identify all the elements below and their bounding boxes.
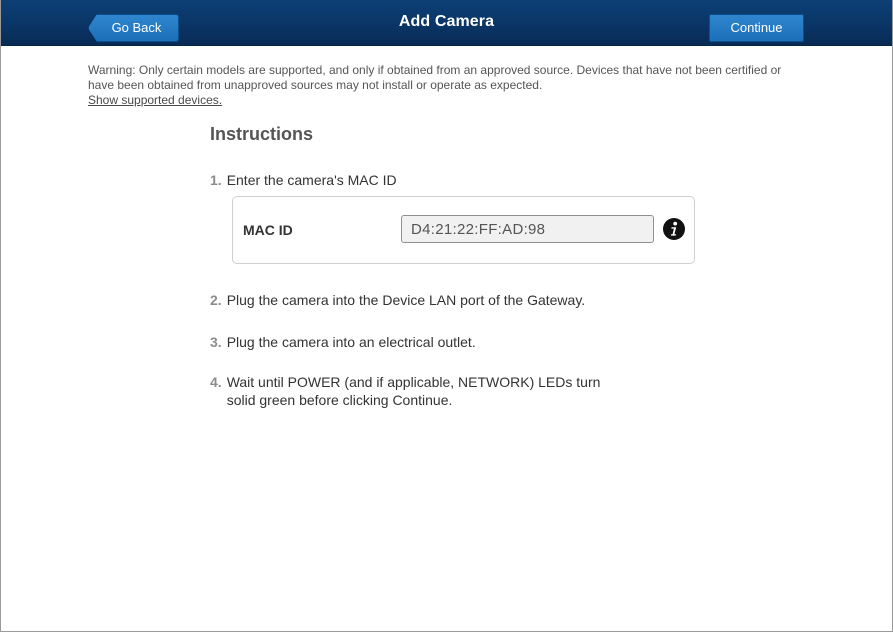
warning-text: Warning: Only certain models are support… [88, 63, 782, 92]
continue-button[interactable]: Continue [709, 14, 804, 42]
warning-message: Warning: Only certain models are support… [88, 63, 808, 108]
app-frame: Go Back Add Camera Continue Warning: Onl… [0, 0, 893, 632]
step-text: Plug the camera into an electrical outle… [226, 334, 476, 350]
step-number: 1. [210, 172, 222, 188]
mac-id-input[interactable] [401, 215, 654, 243]
instruction-step-1: 1. Enter the camera's MAC ID [210, 171, 397, 189]
step-text-line-1: Wait until POWER (and if applicable, NET… [226, 374, 601, 390]
instruction-step-3: 3. Plug the camera into an electrical out… [210, 333, 476, 351]
show-supported-devices-link[interactable]: Show supported devices. [88, 93, 808, 108]
step-number: 3. [210, 334, 222, 350]
step-number: 2. [210, 292, 222, 308]
info-icon[interactable] [663, 218, 685, 240]
instruction-step-4: 4. Wait until POWER (and if applicable, N… [210, 373, 600, 409]
step-text: Wait until POWER (and if applicable, NET… [227, 373, 601, 409]
step-text: Enter the camera's MAC ID [226, 172, 397, 188]
mac-id-panel: MAC ID [232, 196, 695, 264]
instructions-heading: Instructions [210, 124, 314, 144]
mac-id-label: MAC ID [243, 222, 293, 238]
step-number: 4. [210, 374, 222, 390]
step-text: Plug the camera into the Device LAN port… [226, 292, 586, 308]
step-text-line-2: solid green before clicking Continue. [226, 392, 453, 408]
header-bar: Go Back Add Camera Continue [1, 0, 892, 46]
instruction-step-2: 2. Plug the camera into the Device LAN po… [210, 291, 585, 309]
